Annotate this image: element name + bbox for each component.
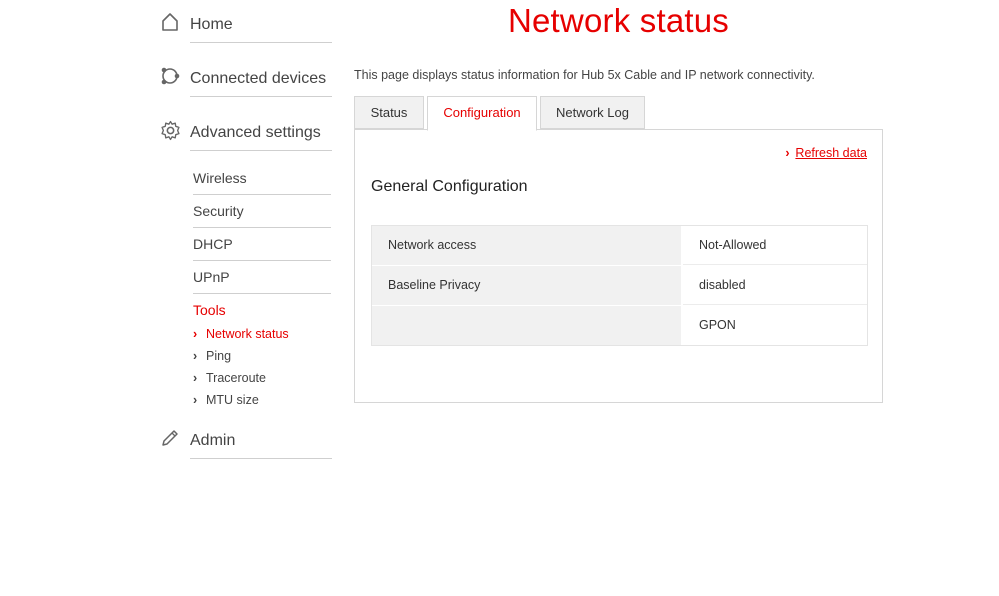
divider [193,227,331,228]
tab-label: Status [370,105,408,120]
refresh-data-link[interactable]: › Refresh data [785,146,867,160]
sidebar-item-dhcp[interactable]: DHCP [193,236,331,261]
chevron-right-icon: › [193,349,198,363]
page-description: This page displays status information fo… [354,68,815,82]
nav-connected-devices[interactable]: Connected devices [160,66,332,98]
chevron-right-icon: › [193,393,198,407]
gear-icon [160,120,182,142]
nav-connected-devices-label: Connected devices [190,70,327,87]
tab-label: Configuration [443,105,521,120]
refresh-data-label: Refresh data [795,146,867,160]
tools-item-label: Ping [206,349,232,363]
divider [190,150,332,151]
home-icon [160,12,182,34]
tools-item-ping[interactable]: › Ping [193,349,231,363]
row-label [372,306,683,345]
sidebar-item-label: DHCP [193,236,233,252]
devices-icon [160,66,182,88]
divider [190,96,332,97]
row-value: GPON [683,306,867,345]
row-value: disabled [683,266,867,305]
nav-advanced-settings[interactable]: Advanced settings [160,120,332,152]
divider [190,458,332,459]
nav-admin-label: Admin [190,432,236,449]
sidebar-item-label: UPnP [193,269,230,285]
page-title: Network status [507,2,730,39]
sidebar-item-upnp[interactable]: UPnP [193,269,331,294]
row-label: Network access [372,226,683,265]
sidebar-item-tools[interactable]: Tools [193,302,331,318]
section-title: General Configuration [371,178,528,195]
sidebar-item-label: Wireless [193,170,247,186]
pencil-icon [160,428,182,450]
sidebar-item-wireless[interactable]: Wireless [193,170,331,195]
tools-item-traceroute[interactable]: › Traceroute [193,371,266,385]
divider [193,293,331,294]
tools-item-network-status[interactable]: › Network status [193,327,289,341]
table-row: Baseline Privacy disabled [372,266,867,306]
tab-network-log[interactable]: Network Log [540,96,645,129]
divider [190,42,332,43]
tools-item-label: Network status [206,327,289,341]
divider [193,260,331,261]
configuration-table: Network access Not-Allowed Baseline Priv… [371,225,868,346]
tab-configuration[interactable]: Configuration [427,96,537,131]
nav-home-label: Home [190,16,233,33]
sidebar-item-label: Tools [193,302,226,318]
sidebar-item-security[interactable]: Security [193,203,331,228]
tab-status[interactable]: Status [354,96,424,129]
row-label: Baseline Privacy [372,266,683,305]
chevron-right-icon: › [785,146,790,160]
sidebar-item-label: Security [193,203,244,219]
chevron-right-icon: › [193,327,198,341]
row-value: Not-Allowed [683,226,867,265]
chevron-right-icon: › [193,371,198,385]
nav-home[interactable]: Home [160,12,332,44]
nav-admin[interactable]: Admin [160,428,332,460]
tools-item-label: Traceroute [206,371,266,385]
table-row: Network access Not-Allowed [372,226,867,266]
configuration-panel: › Refresh data General Configuration Netw… [354,129,883,403]
tools-item-mtu-size[interactable]: › MTU size [193,393,259,407]
tools-item-label: MTU size [206,393,259,407]
nav-advanced-settings-label: Advanced settings [190,124,321,141]
table-row: GPON [372,306,867,345]
tab-label: Network Log [556,105,629,120]
divider [193,194,331,195]
